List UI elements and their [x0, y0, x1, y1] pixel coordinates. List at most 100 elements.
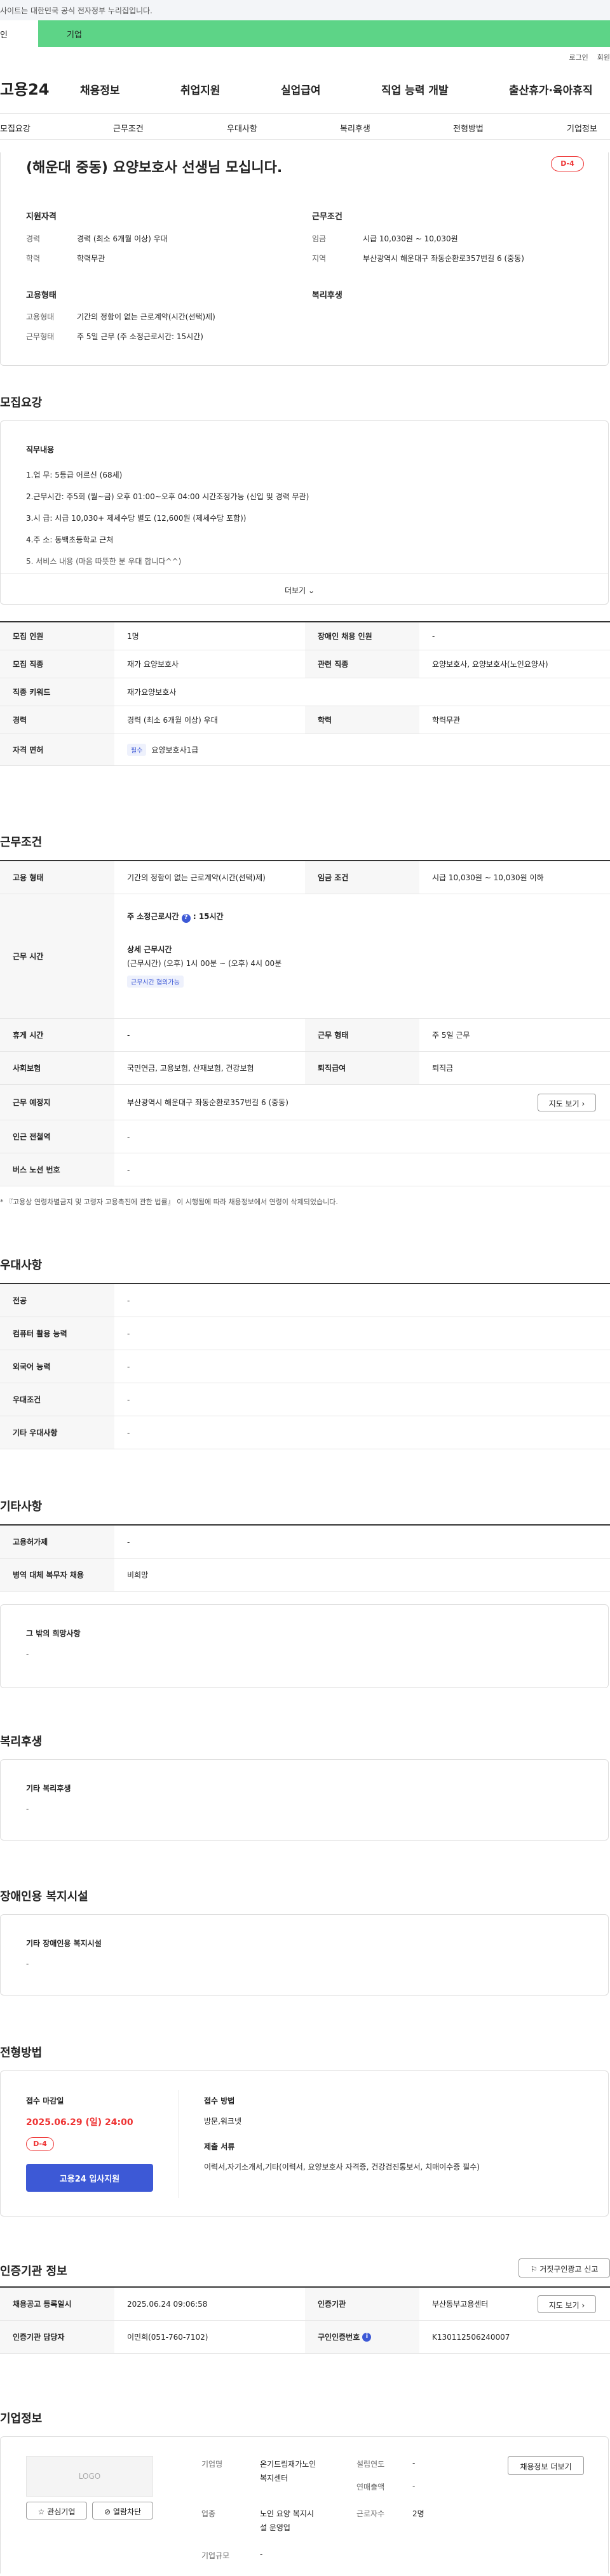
td-bus: -: [127, 1165, 130, 1174]
table-row: 고용 형태 기간의 정함이 없는 근로계약(시간(선택)제) 임금 조건 시급 …: [0, 861, 610, 894]
section-qualification: 지원자격: [26, 212, 57, 222]
td-break: -: [127, 1030, 130, 1040]
duty-line-5: 5. 서비스 내용 (마음 따뜻한 분 우대 합니다^^): [26, 557, 182, 566]
welfare-card: 기타 복리후생 -: [0, 1759, 609, 1841]
signup-link[interactable]: 회원: [597, 52, 610, 62]
td-preference: -: [127, 1395, 130, 1404]
tab-preference[interactable]: 우대사항: [227, 122, 257, 134]
tab-company[interactable]: 기업정보: [567, 122, 597, 134]
th-job-type: 모집 직종: [0, 650, 114, 678]
star-icon: ☆: [37, 2507, 45, 2516]
table-row: 고용허가제 -: [0, 1526, 610, 1559]
map-button[interactable]: 지도 보기 ›: [538, 1094, 596, 1111]
td-keyword: 재가요양보호사: [127, 688, 177, 697]
info-icon[interactable]: i: [362, 2332, 372, 2342]
org-map-button[interactable]: 지도 보기 ›: [538, 2295, 596, 2313]
th-manager: 인증기관 담당자: [0, 2321, 114, 2353]
td-location: 부산광역시 해운대구 좌동순환로357번길 6 (중동): [127, 1098, 288, 1107]
td-cert-org: 부산동부고용센터: [432, 2300, 489, 2309]
company-logo: LOGO: [26, 2456, 153, 2497]
block-button[interactable]: ⊘ 열람차단: [92, 2502, 153, 2519]
required-badge: 필수: [127, 744, 147, 756]
value-industry-2: 설 운영업: [260, 2523, 290, 2532]
section-conditions: 근무조건: [312, 212, 342, 222]
tab-welfare[interactable]: 복리후생: [340, 122, 370, 134]
more-button[interactable]: 더보기 ⌄: [285, 585, 315, 596]
th-work-hours: 근무 시간: [0, 894, 114, 1018]
table-row: 버스 노선 번호 -: [0, 1153, 610, 1186]
block-label: 열람차단: [112, 2507, 142, 2516]
tab-individual[interactable]: 인: [0, 20, 38, 47]
apply-method-label: 접수 방법: [204, 2096, 235, 2105]
report-button[interactable]: ⚐ 거짓구인광고 신고: [518, 2258, 610, 2277]
table-row: 휴게 시간 - 근무 형태 주 5일 근무: [0, 1019, 610, 1052]
table-row: 근무 시간 주 소정근로시간 ? : 15시간 상세 근무시간 (근무시간) (…: [0, 894, 610, 1019]
chevron-down-icon: ⌄: [308, 586, 315, 595]
label-region: 지역: [312, 254, 327, 263]
age-notice: * 『고용상 연령차별금지 및 고령자 고용촉진에 관한 법률』 이 시행됨에 …: [0, 1198, 338, 1206]
value-career: 경력 (최소 6개월 이상) 우대: [77, 234, 168, 243]
td-insurance: 국민연금, 고용보험, 산재보험, 건강보험: [127, 1064, 254, 1073]
util-links: 로그인 회원: [0, 47, 610, 62]
th-posted: 채용공고 등록일시: [0, 2288, 114, 2320]
selection-card: 접수 마감일 2025.06.29 (일) 24:00 D-4 고용24 입사지…: [0, 2070, 609, 2217]
report-icon: ⚐: [530, 2265, 538, 2274]
apply-button[interactable]: 고용24 입사지원: [26, 2164, 153, 2192]
th-break: 휴게 시간: [0, 1019, 114, 1051]
documents-value: 이력서,자기소개서,기타(이력서, 요양보호사 자격증, 건강검진통보서, 치매…: [204, 2163, 480, 2171]
table-row: 인증기관 담당자 이민희(051-760-7102) 구인인증번호 i K130…: [0, 2321, 610, 2354]
label-revenue: 연매출액: [356, 2483, 385, 2492]
company-heading: 기업정보: [0, 2412, 43, 2425]
welfare-value: -: [26, 1804, 29, 1813]
detail-hours-label: 상세 근무시간: [127, 945, 172, 954]
login-link[interactable]: 로그인: [569, 52, 588, 62]
favorite-button[interactable]: ☆ 관심기업: [26, 2502, 87, 2519]
more-jobs-button[interactable]: 채용정보 더보기: [508, 2456, 584, 2475]
tab-recruit[interactable]: 모집요강: [0, 122, 30, 134]
td-license: 요양보호사1급: [151, 746, 199, 755]
tab-selection[interactable]: 전형방법: [453, 122, 484, 134]
nav-parental-leave[interactable]: 출산휴가·육아휴직: [509, 81, 593, 97]
preference-heading: 우대사항: [0, 1259, 43, 1272]
nav-skill-development[interactable]: 직업 능력 개발: [381, 81, 449, 97]
tab-conditions[interactable]: 근무조건: [113, 122, 144, 134]
table-row: 병역 대체 복무자 채용 비희망: [0, 1559, 610, 1592]
deadline-dday-badge: D-4: [26, 2137, 54, 2151]
tab-company[interactable]: 기업: [38, 20, 610, 47]
label-work-type: 근무형태: [26, 332, 55, 341]
td-education: 학력무관: [432, 716, 461, 725]
th-work-form: 근무 형태: [305, 1019, 419, 1051]
map-button-label: 지도 보기: [548, 1099, 580, 1108]
info-icon[interactable]: ?: [181, 914, 191, 923]
td-count: 1명: [127, 632, 139, 641]
nav-job-info[interactable]: 채용정보: [80, 81, 120, 97]
td-employment: 기간의 정함이 없는 근로계약(시간(선택)제): [127, 873, 266, 882]
welfare-heading: 복리후생: [0, 1735, 43, 1748]
selection-heading: 전형방법: [0, 2046, 43, 2060]
table-row: 전공 -: [0, 1284, 610, 1317]
th-computer: 컴퓨터 활용 능력: [0, 1317, 114, 1350]
td-career: 경력 (최소 6개월 이상) 우대: [127, 716, 218, 725]
duty-line-4: 4.주 소: 동백초등학교 근처: [26, 535, 114, 544]
nav-unemployment-benefit[interactable]: 실업급여: [281, 81, 321, 97]
td-work-permit: -: [127, 1537, 130, 1546]
company-card: LOGO ☆ 관심기업 ⊘ 열람차단 기업명 온기드림재가노인 복지센터 업종 …: [0, 2436, 609, 2573]
th-career: 경력: [0, 706, 114, 734]
td-posted: 2025.06.24 09:06:58: [127, 2299, 208, 2309]
th-location: 근무 예정지: [0, 1085, 114, 1120]
other-wishes-value: -: [26, 1649, 29, 1658]
weekly-hours: 주 소정근로시간 ? : 15시간: [127, 911, 224, 923]
th-preference: 우대조건: [0, 1383, 114, 1416]
value-industry-1: 노인 요양 복지시: [260, 2509, 314, 2518]
td-related-job: 요양보호사, 요양보호사(노인요양사): [432, 660, 548, 669]
table-row: 사회보험 국민연금, 고용보험, 산재보험, 건강보험 퇴직급여 퇴직금: [0, 1052, 610, 1085]
table-row: 자격 면허 필수 요양보호사1급: [0, 734, 610, 766]
table-row: 우대조건 -: [0, 1383, 610, 1416]
td-manager: 이민희(051-760-7102): [127, 2333, 208, 2342]
site-logo[interactable]: 고용24: [0, 77, 80, 99]
nav-employment-support[interactable]: 취업지원: [180, 81, 220, 97]
th-subway: 인근 전철역: [0, 1120, 114, 1153]
th-insurance: 사회보험: [0, 1052, 114, 1084]
value-region: 부산광역시 해운대구 좌동순환로357번길 6 (중동): [363, 254, 524, 263]
label-employees: 근로자수: [356, 2509, 385, 2518]
